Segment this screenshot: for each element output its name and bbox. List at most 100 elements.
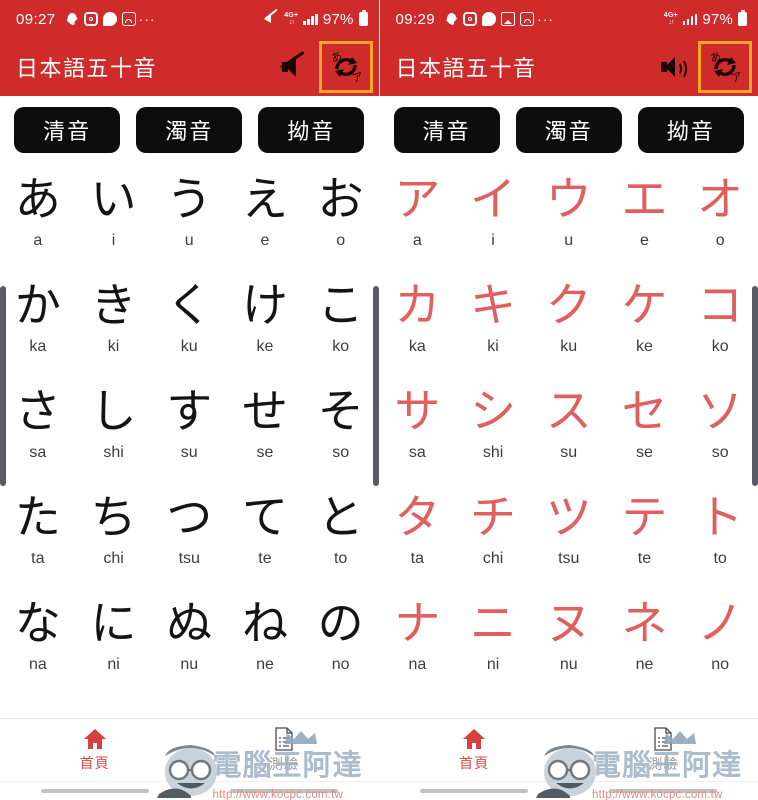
kana-romaji: ni: [486, 656, 500, 673]
kana-romaji: shi: [482, 444, 504, 461]
kana-cell[interactable]: し shi: [76, 378, 152, 484]
nav-item-home[interactable]: 首頁: [380, 728, 569, 773]
speaker-muted-icon[interactable]: [271, 42, 317, 92]
kana-cell[interactable]: セ se: [607, 378, 683, 484]
speaker-on-icon[interactable]: [650, 42, 696, 92]
nav-item-home[interactable]: 首頁: [0, 728, 189, 773]
kana-cell[interactable]: そ so: [303, 378, 379, 484]
gesture-pill[interactable]: [609, 789, 718, 793]
scrollbar-thumb-right[interactable]: [372, 286, 379, 486]
kana-cell[interactable]: の no: [303, 590, 379, 696]
kana-romaji: shi: [103, 444, 124, 461]
bottom-navigation: 首頁 測驗: [379, 718, 758, 781]
nav-item-test[interactable]: 測驗: [569, 726, 758, 774]
bottom-navigation: 首頁 測驗: [0, 718, 379, 781]
kana-cell[interactable]: コ ko: [682, 272, 758, 378]
kana-cell[interactable]: に ni: [76, 590, 152, 696]
kana-cell[interactable]: カ ka: [380, 272, 456, 378]
kana-romaji: chi: [103, 550, 124, 567]
kana-grid-scroll-area[interactable]: アa イi ウu エe オo カ ka キ ki ク ku ケ ke コ ko サ sa シ…: [379, 164, 758, 718]
kana-cell[interactable]: チ chi: [455, 484, 531, 590]
kana-romaji: e: [260, 232, 270, 249]
kana-cell[interactable]: ウu: [531, 166, 607, 272]
kana-romaji: na: [28, 656, 47, 673]
kana-romaji: ko: [711, 338, 729, 355]
kana-cell[interactable]: オo: [682, 166, 758, 272]
kana-cell[interactable]: せ se: [227, 378, 303, 484]
nav-label-home: 首頁: [79, 755, 110, 772]
kana-char: の: [317, 596, 364, 650]
kana-char: シ: [470, 384, 517, 438]
tab-youon[interactable]: 拗音: [637, 107, 744, 153]
kana-cell[interactable]: こ ko: [303, 272, 379, 378]
kana-swap-button[interactable]: あ ア: [698, 41, 752, 93]
kana-romaji: ki: [107, 338, 120, 355]
kana-char: た: [14, 490, 61, 544]
nav-item-test[interactable]: 測驗: [189, 726, 378, 774]
kana-cell[interactable]: アa: [380, 166, 456, 272]
tab-seion[interactable]: 清音: [14, 107, 121, 153]
kana-cell[interactable]: ニ ni: [455, 590, 531, 696]
kana-cell[interactable]: テ te: [607, 484, 683, 590]
gesture-pill[interactable]: [40, 789, 149, 793]
kana-grid-scroll-area[interactable]: あa いi うu えe おo か ka き ki く ku け ke こ ko さ sa し…: [0, 164, 379, 718]
kana-cell[interactable]: うu: [151, 166, 227, 272]
home-icon: [83, 728, 107, 750]
bird-app-icon: [446, 12, 457, 26]
gesture-pill[interactable]: [229, 789, 338, 793]
kana-cell[interactable]: た ta: [0, 484, 76, 590]
tab-youon[interactable]: 拗音: [258, 107, 365, 153]
kana-cell[interactable]: け ke: [227, 272, 303, 378]
kana-cell[interactable]: ソ so: [682, 378, 758, 484]
kana-cell[interactable]: イi: [455, 166, 531, 272]
kana-cell[interactable]: ト to: [682, 484, 758, 590]
wifi-app-icon: [121, 12, 136, 26]
kana-cell[interactable]: さ sa: [0, 378, 76, 484]
kana-cell[interactable]: ね ne: [227, 590, 303, 696]
kana-cell[interactable]: す su: [151, 378, 227, 484]
kana-cell[interactable]: シ shi: [455, 378, 531, 484]
kana-romaji: u: [184, 232, 194, 249]
kana-cell[interactable]: な na: [0, 590, 76, 696]
kana-cell[interactable]: いi: [76, 166, 152, 272]
kana-cell[interactable]: ぬ nu: [151, 590, 227, 696]
kana-cell[interactable]: えe: [227, 166, 303, 272]
kana-row: アa イi ウu エe オo: [380, 166, 758, 272]
kana-char: ト: [697, 490, 744, 544]
kana-cell[interactable]: ち chi: [76, 484, 152, 590]
kana-grid: アa イi ウu エe オo カ ka キ ki ク ku ケ ke コ ko サ sa シ…: [380, 164, 758, 696]
kana-cell[interactable]: ナ na: [380, 590, 456, 696]
tab-dakuon[interactable]: 濁音: [136, 107, 243, 153]
bird-app-icon: [66, 12, 78, 26]
kana-cell[interactable]: き ki: [76, 272, 152, 378]
scrollbar-thumb[interactable]: [752, 286, 758, 486]
kana-cell[interactable]: ヌ nu: [531, 590, 607, 696]
kana-cell[interactable]: ケ ke: [607, 272, 683, 378]
kana-romaji: ke: [256, 338, 274, 355]
kana-cell[interactable]: ツ tsu: [531, 484, 607, 590]
kana-cell[interactable]: ネ ne: [607, 590, 683, 696]
kana-row: な na に ni ぬ nu ね ne の no: [0, 590, 379, 696]
kana-swap-button[interactable]: あ ア: [318, 41, 373, 93]
kana-cell[interactable]: あa: [0, 166, 76, 272]
kana-cell[interactable]: エe: [607, 166, 683, 272]
kana-cell[interactable]: ク ku: [531, 272, 607, 378]
kana-cell[interactable]: ノ no: [682, 590, 758, 696]
kana-cell[interactable]: おo: [303, 166, 379, 272]
kana-char: イ: [470, 172, 517, 226]
kana-cell[interactable]: て te: [227, 484, 303, 590]
kana-cell[interactable]: く ku: [151, 272, 227, 378]
tab-seion[interactable]: 清音: [393, 107, 500, 153]
tab-dakuon[interactable]: 濁音: [515, 107, 622, 153]
kana-cell[interactable]: タ ta: [380, 484, 456, 590]
kana-cell[interactable]: ス su: [531, 378, 607, 484]
kana-cell[interactable]: か ka: [0, 272, 76, 378]
kana-cell[interactable]: キ ki: [455, 272, 531, 378]
gesture-pill[interactable]: [420, 789, 529, 793]
scrollbar-thumb[interactable]: [0, 286, 6, 486]
kana-romaji: ne: [256, 656, 274, 673]
kana-cell[interactable]: つ tsu: [151, 484, 227, 590]
nav-label-test: 測驗: [648, 756, 679, 773]
kana-cell[interactable]: と to: [303, 484, 379, 590]
kana-cell[interactable]: サ sa: [380, 378, 456, 484]
